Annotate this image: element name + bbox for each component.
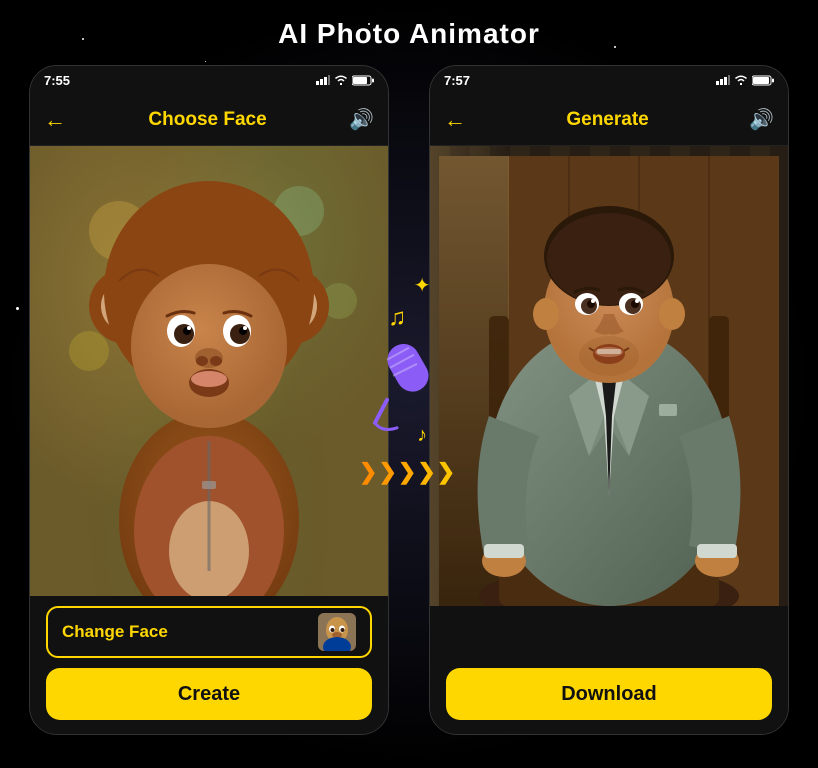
sparkle-icon: ✦ xyxy=(414,273,431,298)
change-face-button[interactable]: Change Face xyxy=(46,606,372,658)
star xyxy=(205,61,206,62)
microphone-container xyxy=(367,338,447,438)
right-status-bar: 7:57 xyxy=(430,66,788,94)
face-thumbnail xyxy=(318,613,356,651)
left-phone-bottom: Change Face xyxy=(30,596,388,734)
suit-man-svg xyxy=(439,156,779,606)
signal-icon-r xyxy=(716,75,730,85)
change-face-label: Change Face xyxy=(62,622,168,642)
microphone-icon xyxy=(367,338,447,438)
right-image-area xyxy=(430,146,788,606)
download-button[interactable]: Download xyxy=(446,668,772,720)
left-sound-button[interactable]: 🔊 xyxy=(349,107,374,132)
suit-man-wrapper xyxy=(430,146,788,606)
right-back-button[interactable]: ← xyxy=(444,107,466,133)
left-back-button[interactable]: ← xyxy=(44,107,66,133)
signal-icon xyxy=(316,75,330,85)
left-status-bar: 7:55 xyxy=(30,66,388,94)
right-phone-bottom: Download xyxy=(430,658,788,734)
left-status-icons xyxy=(316,75,374,86)
left-phone: 7:55 ← xyxy=(29,65,389,735)
right-phone-header: ← Generate 🔊 xyxy=(430,94,788,146)
create-button[interactable]: Create xyxy=(46,668,372,720)
messi-face-svg xyxy=(318,613,356,651)
left-image-area xyxy=(30,146,388,606)
battery-icon xyxy=(352,75,374,86)
arrow-icon-1: ❯ xyxy=(359,459,377,485)
create-label: Create xyxy=(178,683,240,706)
phones-container: 7:55 ← xyxy=(0,65,818,735)
arrows-container: ❯ ❯ ❯ ❯ ❯ xyxy=(359,459,455,485)
download-label: Download xyxy=(561,683,657,706)
left-status-time: 7:55 xyxy=(44,73,70,88)
arrow-icon-5: ❯ xyxy=(437,459,455,485)
arrow-icon-4: ❯ xyxy=(417,459,435,485)
music-note-icon: ♫ xyxy=(388,304,406,332)
arrow-icon-2: ❯ xyxy=(378,459,396,485)
monkey-child-svg xyxy=(59,151,359,601)
arrow-icon-3: ❯ xyxy=(398,459,416,485)
left-header-title: Choose Face xyxy=(148,109,266,131)
app-title: AI Photo Animator xyxy=(0,18,818,50)
right-phone: 7:57 ← xyxy=(429,65,789,735)
middle-overlay: ✦ ♫ ♪ xyxy=(359,273,455,485)
right-status-icons xyxy=(716,75,774,86)
child-image-wrapper xyxy=(30,146,388,606)
wifi-icon xyxy=(334,75,348,85)
wifi-icon-r xyxy=(734,75,748,85)
battery-icon-r xyxy=(752,75,774,86)
left-phone-header: ← Choose Face 🔊 xyxy=(30,94,388,146)
right-header-title: Generate xyxy=(566,109,648,131)
right-sound-button[interactable]: 🔊 xyxy=(749,107,774,132)
right-status-time: 7:57 xyxy=(444,73,470,88)
